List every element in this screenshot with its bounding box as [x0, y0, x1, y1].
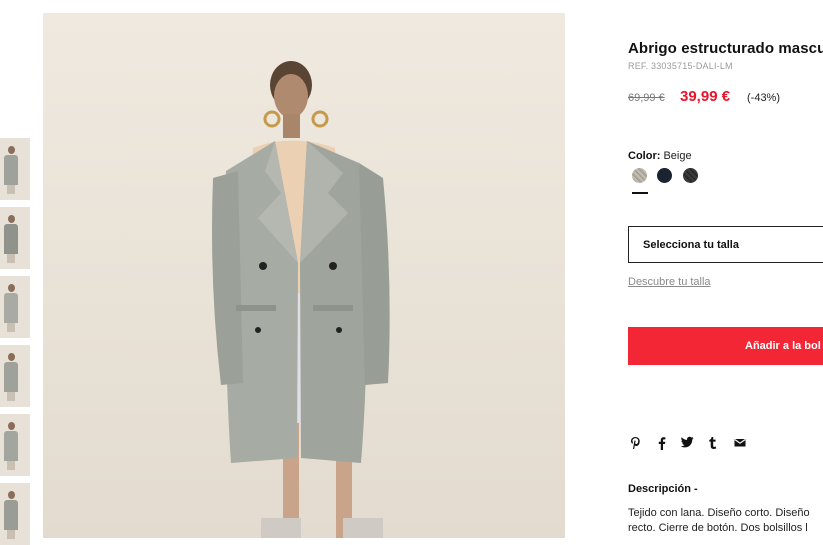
model-illustration: [212, 61, 390, 538]
thumbnail-figure: [4, 353, 18, 401]
twitter-icon[interactable]: [680, 436, 694, 452]
color-swatch-charcoal[interactable]: [683, 168, 698, 183]
thumbnail-figure: [4, 146, 18, 194]
facebook-icon[interactable]: [654, 436, 668, 452]
pinterest-icon[interactable]: [628, 436, 642, 452]
sale-price: 39,99 €: [680, 88, 731, 105]
size-selector[interactable]: Selecciona tu talla: [628, 226, 823, 263]
product-title: Abrigo estructurado mascu: [628, 40, 823, 57]
selected-color-name: Beige: [663, 150, 692, 162]
thumbnail-image[interactable]: [0, 414, 30, 476]
description-line: Tejido con lana. Diseño corto. Diseño: [628, 507, 810, 519]
discount-badge: (-43%): [747, 92, 781, 104]
color-label-prefix: Color:: [628, 150, 661, 162]
thumbnail-figure: [4, 491, 18, 539]
color-swatch-navy[interactable]: [657, 168, 672, 183]
description-line: recto. Cierre de botón. Dos bolsillos l: [628, 522, 808, 534]
thumbnail-image[interactable]: [0, 276, 30, 338]
size-selector-label: Selecciona tu talla: [643, 239, 739, 251]
email-icon[interactable]: [733, 436, 747, 452]
original-price: 69,99 €: [628, 92, 665, 104]
thumbnail-figure: [4, 215, 18, 263]
thumbnail-image[interactable]: [0, 207, 30, 269]
color-swatch-beige[interactable]: [632, 168, 647, 183]
product-main-image[interactable]: [43, 13, 565, 538]
selected-swatch-indicator: [632, 192, 648, 194]
product-reference: REF. 33035715-DALI-LM: [628, 61, 733, 71]
add-to-bag-button[interactable]: Añadir a la bol: [628, 327, 823, 365]
add-to-bag-label: Añadir a la bol: [745, 340, 821, 352]
tumblr-icon[interactable]: [706, 436, 720, 452]
thumbnail-figure: [4, 284, 18, 332]
size-guide-link[interactable]: Descubre tu talla: [628, 276, 711, 288]
thumbnail-image[interactable]: [0, 483, 30, 545]
description-heading[interactable]: Descripción -: [628, 483, 698, 495]
thumbnail-image[interactable]: [0, 345, 30, 407]
thumbnail-figure: [4, 422, 18, 470]
color-label: Color: Beige: [628, 150, 692, 162]
thumbnail-image[interactable]: [0, 138, 30, 200]
